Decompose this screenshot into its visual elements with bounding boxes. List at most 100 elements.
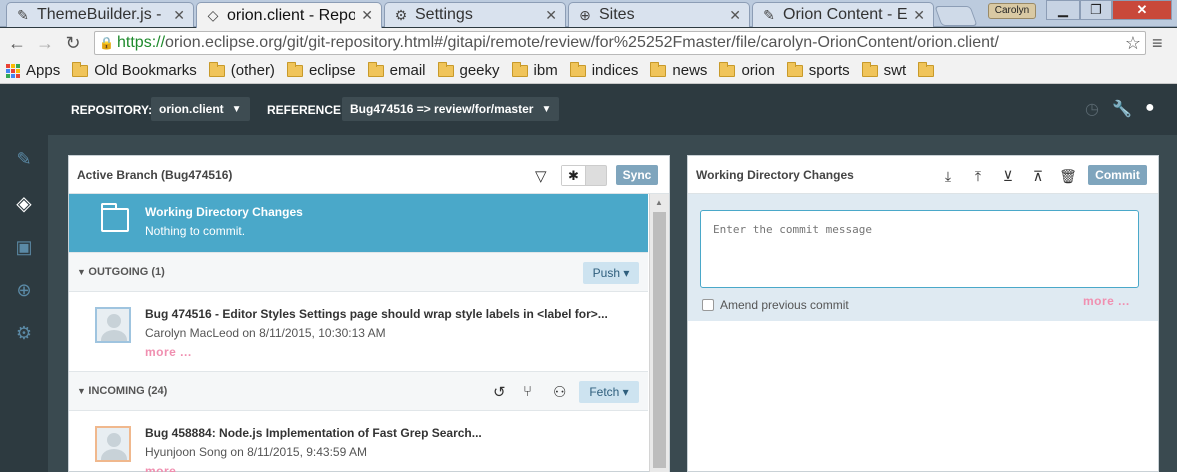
bookmark-folder[interactable]: ibm bbox=[511, 61, 558, 79]
amend-row[interactable]: Amend previous commit bbox=[702, 298, 849, 312]
scrollbar[interactable]: ▲ bbox=[649, 194, 669, 472]
close-window-button[interactable]: ✕ bbox=[1112, 0, 1172, 20]
back-icon[interactable]: ← bbox=[6, 32, 28, 54]
wrench-icon[interactable]: 🔧 bbox=[1112, 99, 1132, 119]
settings-icon[interactable]: ⚙ bbox=[12, 321, 36, 345]
globe-icon[interactable]: ⊕ bbox=[12, 278, 36, 302]
orion-header: REPOSITORY: orion.client ▼ REFERENCE: Bu… bbox=[0, 85, 1177, 135]
apps-icon bbox=[6, 63, 20, 78]
pencil-icon: ✎ bbox=[763, 6, 775, 23]
repository-select[interactable]: orion.client ▼ bbox=[151, 97, 250, 121]
bookmark-folder[interactable]: Old Bookmarks bbox=[72, 61, 197, 79]
filter-icon[interactable]: ▽ bbox=[535, 167, 547, 185]
bookmark-folder[interactable]: geeky bbox=[437, 61, 500, 79]
tab-title: Settings bbox=[415, 6, 473, 23]
panel-header: Working Directory Changes ⤓ ⤒ ⊻ ⊼ 🗑 Comm… bbox=[688, 156, 1158, 194]
close-icon[interactable]: ✕ bbox=[913, 7, 925, 24]
tab-themebuilder[interactable]: ✎ ThemeBuilder.js - Ed ✕ bbox=[6, 2, 194, 27]
save-patch-icon[interactable]: ⊻ bbox=[1000, 167, 1016, 185]
reload-icon[interactable]: ↻ bbox=[62, 32, 84, 54]
outgoing-section-header[interactable]: ▼ OUTGOING (1) Push ▾ bbox=[69, 252, 648, 292]
bookmark-folder[interactable] bbox=[918, 61, 940, 77]
folder-icon bbox=[650, 61, 667, 77]
tab-orion-client[interactable]: ◇ orion.client - Repos ✕ bbox=[196, 2, 382, 28]
new-tab-button[interactable] bbox=[934, 6, 978, 26]
amend-checkbox[interactable] bbox=[702, 299, 714, 311]
close-icon[interactable]: ✕ bbox=[361, 7, 373, 24]
bookmark-folder[interactable]: sports bbox=[786, 61, 850, 79]
git-icon: ◇ bbox=[207, 7, 219, 23]
bookmark-folder[interactable]: (other) bbox=[208, 61, 275, 79]
folder-icon bbox=[861, 61, 878, 77]
commit-row[interactable]: Bug 458884: Node.js Implementation of Fa… bbox=[69, 412, 648, 472]
minimize-button[interactable]: ▁ bbox=[1046, 0, 1080, 20]
reference-label: REFERENCE: bbox=[267, 103, 346, 117]
more-link[interactable]: more ... bbox=[1083, 294, 1130, 308]
close-icon[interactable]: ✕ bbox=[729, 7, 741, 24]
toggle-switch[interactable]: ✱ bbox=[561, 165, 607, 186]
close-icon[interactable]: ✕ bbox=[545, 7, 557, 24]
more-link[interactable]: more ... bbox=[145, 464, 192, 472]
more-link[interactable]: more ... bbox=[145, 345, 192, 359]
bookmark-star-icon[interactable]: ☆ bbox=[1125, 33, 1141, 54]
commit-button[interactable]: Commit bbox=[1088, 165, 1147, 185]
incoming-section-header[interactable]: ▼ INCOMING (24) ↺ ⑂ ⚇ Fetch ▾ bbox=[69, 371, 648, 411]
scroll-up-icon[interactable]: ▲ bbox=[655, 198, 663, 207]
stage-all-icon[interactable]: ⤓ bbox=[940, 167, 956, 185]
squash-icon[interactable]: ⚇ bbox=[553, 383, 566, 401]
tab-title: Sites bbox=[599, 6, 635, 23]
scroll-thumb[interactable] bbox=[653, 212, 666, 468]
maximize-button[interactable]: ❐ bbox=[1080, 0, 1112, 20]
amend-label: Amend previous commit bbox=[720, 298, 849, 312]
bookmark-folder[interactable]: indices bbox=[569, 61, 639, 79]
avatar bbox=[95, 426, 131, 462]
tab-title: ThemeBuilder.js - Ed bbox=[37, 6, 167, 23]
wdc-subtitle: Nothing to commit. bbox=[145, 224, 246, 238]
bookmark-folder[interactable]: news bbox=[650, 61, 708, 79]
sync-button[interactable]: Sync bbox=[616, 165, 658, 185]
rebase-icon[interactable]: ↺ bbox=[493, 383, 506, 401]
gear-icon: ⚙ bbox=[394, 6, 408, 23]
bookmark-folder[interactable]: orion bbox=[719, 61, 775, 79]
asterisk-icon: ✱ bbox=[562, 166, 586, 185]
forward-icon[interactable]: → bbox=[34, 32, 56, 54]
address-bar[interactable]: 🔒 https:// orion.eclipse.org/git/git-rep… bbox=[94, 31, 1146, 55]
bookmark-folder[interactable]: eclipse bbox=[286, 61, 356, 79]
tab-sites[interactable]: ⊕ Sites ✕ bbox=[568, 2, 750, 27]
apply-patch-icon[interactable]: ⊼ bbox=[1030, 167, 1046, 185]
bookmark-label: orion bbox=[741, 62, 775, 79]
trash-icon[interactable]: 🗑 bbox=[1059, 167, 1077, 185]
tab-settings[interactable]: ⚙ Settings ✕ bbox=[384, 2, 566, 27]
clock-icon[interactable]: ◷ bbox=[1085, 99, 1099, 119]
edit-icon[interactable]: ✎ bbox=[12, 147, 36, 171]
bookmark-label: sports bbox=[808, 62, 850, 79]
merge-icon[interactable]: ⑂ bbox=[523, 383, 532, 400]
shell-icon[interactable]: ▣ bbox=[12, 235, 36, 259]
bookmark-folder[interactable]: swt bbox=[861, 61, 906, 79]
folder-icon bbox=[719, 61, 736, 77]
incoming-title: ▼ INCOMING (24) bbox=[77, 385, 167, 397]
folder-icon bbox=[918, 61, 935, 77]
bookmark-apps[interactable]: Apps bbox=[6, 62, 60, 79]
push-button[interactable]: Push ▾ bbox=[583, 262, 639, 284]
chevron-down-icon: ▼ bbox=[77, 386, 89, 396]
commit-message-input[interactable] bbox=[700, 210, 1139, 288]
url-text: orion.eclipse.org/git/git-repository.htm… bbox=[165, 34, 999, 51]
reference-select[interactable]: Bug474516 => review/for/master ▼ bbox=[342, 97, 560, 121]
git-icon[interactable]: ◈ bbox=[12, 191, 36, 215]
unstage-all-icon[interactable]: ⤒ bbox=[970, 167, 986, 185]
bookmark-label: indices bbox=[591, 62, 639, 79]
profile-button[interactable]: Carolyn bbox=[988, 3, 1036, 19]
bookmark-folder[interactable]: email bbox=[367, 61, 426, 79]
commit-row[interactable]: Bug 474516 - Editor Styles Settings page… bbox=[69, 293, 648, 371]
fetch-button[interactable]: Fetch ▾ bbox=[579, 381, 639, 403]
working-directory-changes-row[interactable]: Working Directory Changes Nothing to com… bbox=[69, 194, 648, 252]
close-icon[interactable]: ✕ bbox=[173, 7, 185, 24]
folder-icon bbox=[437, 61, 454, 77]
repository-label: REPOSITORY: bbox=[71, 103, 153, 117]
tab-orion-content[interactable]: ✎ Orion Content - Edi ✕ bbox=[752, 2, 934, 27]
bookmark-label: eclipse bbox=[308, 62, 356, 79]
bookmark-label: news bbox=[672, 62, 708, 79]
menu-icon[interactable]: ≡ bbox=[1152, 33, 1170, 53]
user-icon[interactable]: ● bbox=[1145, 99, 1155, 117]
